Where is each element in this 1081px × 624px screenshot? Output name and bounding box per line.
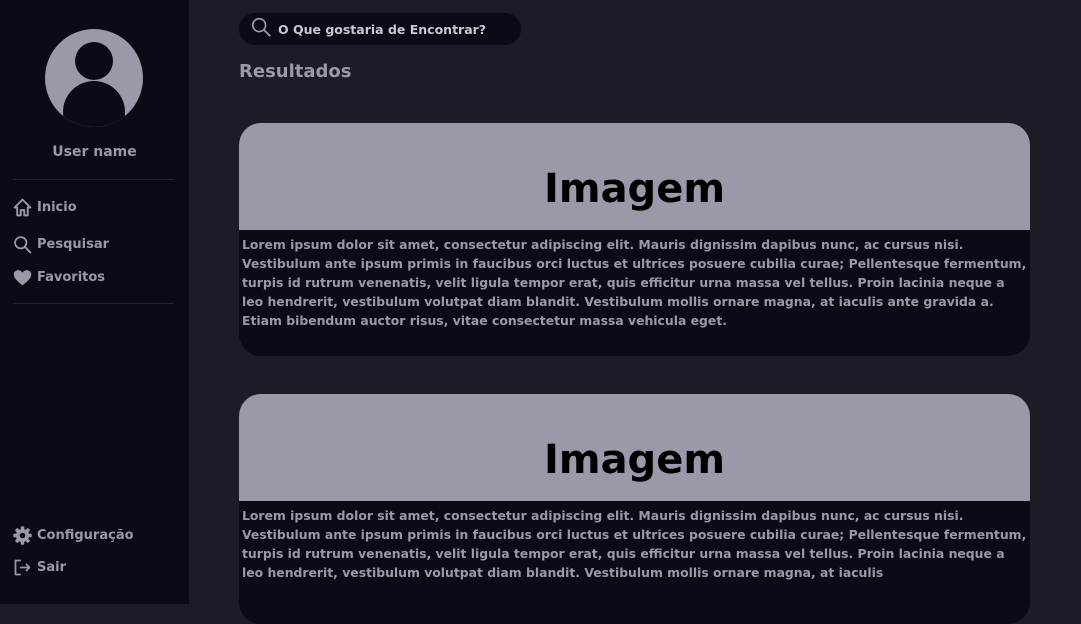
card-image-placeholder: Imagem	[239, 123, 1030, 230]
search-icon	[250, 16, 272, 42]
search-icon	[12, 234, 33, 255]
card-description: Lorem ipsum dolor sit amet, consectetur …	[242, 237, 1027, 328]
nav-item-label: Pesquisar	[37, 237, 110, 252]
sidebar-divider	[13, 303, 174, 304]
nav-item-label: Sair	[37, 560, 67, 575]
main-content: Resultados Imagem Lorem ipsum dolor sit …	[189, 0, 1081, 624]
result-card[interactable]: Imagem Lorem ipsum dolor sit amet, conse…	[239, 394, 1030, 624]
result-card[interactable]: Imagem Lorem ipsum dolor sit amet, conse…	[239, 123, 1030, 356]
nav-item-label: Configuração	[37, 528, 134, 543]
results-heading: Resultados	[239, 61, 352, 82]
avatar[interactable]	[45, 29, 143, 127]
heart-icon	[12, 267, 33, 288]
card-image-label: Imagem	[544, 436, 725, 483]
sidebar: User name Inicio Pesquisar Favoritos Con…	[0, 0, 189, 604]
home-icon	[12, 197, 33, 218]
avatar-body	[63, 81, 125, 127]
nav-item-inicio[interactable]: Inicio	[12, 197, 77, 218]
sidebar-divider	[13, 179, 174, 180]
card-image-label: Imagem	[544, 165, 725, 212]
nav-item-label: Favoritos	[37, 270, 106, 285]
avatar-head	[75, 42, 113, 80]
search-bar[interactable]	[239, 13, 521, 45]
logout-icon	[12, 557, 33, 578]
search-input[interactable]	[278, 21, 513, 37]
gear-icon	[12, 525, 33, 546]
username: User name	[52, 144, 137, 160]
nav-item-pesquisar[interactable]: Pesquisar	[12, 234, 109, 255]
nav-item-sair[interactable]: Sair	[12, 557, 66, 578]
nav-item-label: Inicio	[37, 200, 77, 215]
nav-item-configuracao[interactable]: Configuração	[12, 525, 134, 546]
card-image-placeholder: Imagem	[239, 394, 1030, 501]
nav-item-favoritos[interactable]: Favoritos	[12, 267, 105, 288]
card-description: Lorem ipsum dolor sit amet, consectetur …	[242, 508, 1027, 580]
